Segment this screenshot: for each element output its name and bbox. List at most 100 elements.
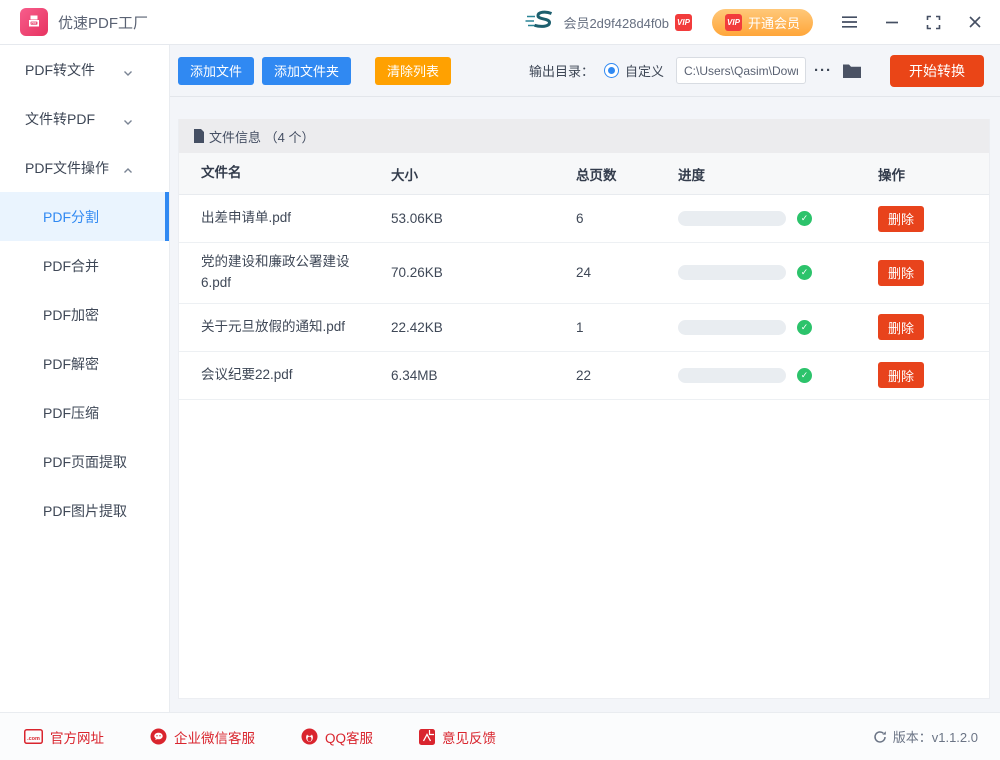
file-name: 关于元旦放假的通知.pdf xyxy=(179,308,391,347)
refresh-icon[interactable] xyxy=(873,730,887,744)
file-info-header: 文件信息 （4 个） xyxy=(179,119,989,153)
delete-button[interactable]: 删除 xyxy=(878,314,924,340)
sidebar-item-pdf-decrypt[interactable]: PDF解密 xyxy=(0,339,169,388)
output-path-input[interactable] xyxy=(676,57,806,84)
maximize-button[interactable] xyxy=(926,15,941,30)
progress-cell: ✓ xyxy=(678,265,878,280)
table-header-row: 文件名 大小 总页数 进度 操作 xyxy=(179,153,989,195)
sidebar-item-label: PDF页面提取 xyxy=(43,452,127,472)
clear-list-button[interactable]: 清除列表 xyxy=(375,57,451,85)
delete-button[interactable]: 删除 xyxy=(878,206,924,232)
svg-text:PDF: PDF xyxy=(31,21,37,25)
file-pages: 6 xyxy=(576,211,678,226)
version-info: 版本：v1.1.2.0 xyxy=(873,727,978,746)
sidebar-item-label: PDF压缩 xyxy=(43,403,99,423)
wechat-icon xyxy=(150,728,167,745)
sidebar-item-label: PDF解密 xyxy=(43,354,99,374)
col-pages: 总页数 xyxy=(576,164,678,184)
output-dir-label: 输出目录： xyxy=(529,61,594,80)
selected-indicator xyxy=(165,192,169,241)
output-dir-group: 输出目录： 自定义 ··· xyxy=(529,57,862,84)
col-progress: 进度 xyxy=(678,164,878,184)
file-name: 出差申请单.pdf xyxy=(179,199,391,238)
progress-cell: ✓ xyxy=(678,211,878,226)
add-file-button[interactable]: 添加文件 xyxy=(178,57,254,85)
check-circle-icon: ✓ xyxy=(797,368,812,383)
document-icon xyxy=(193,129,205,143)
table-row: 会议纪要22.pdf 6.34MB 22 ✓ 删除 xyxy=(179,352,989,400)
footer-link-label: 官方网址 xyxy=(50,727,104,747)
sidebar-group-label: PDF文件操作 xyxy=(25,158,109,178)
progress-bar xyxy=(678,368,786,383)
qq-support-link[interactable]: QQ客服 xyxy=(301,727,373,747)
sidebar-item-label: PDF分割 xyxy=(43,207,99,227)
open-folder-button[interactable] xyxy=(842,63,862,79)
sidebar-item-pdf-page-extract[interactable]: PDF页面提取 xyxy=(0,437,169,486)
check-circle-icon: ✓ xyxy=(797,265,812,280)
add-folder-button[interactable]: 添加文件夹 xyxy=(262,57,351,85)
vip-badge-icon: VIP xyxy=(675,14,692,31)
delete-button[interactable]: 删除 xyxy=(878,260,924,286)
sidebar-item-label: PDF合并 xyxy=(43,256,99,276)
official-website-link[interactable]: .com 官方网址 xyxy=(24,727,104,747)
delete-button[interactable]: 删除 xyxy=(878,362,924,388)
member-id-label: 会员2d9f428d4f0b xyxy=(563,13,669,32)
feedback-link[interactable]: 意见反馈 xyxy=(419,727,496,747)
chevron-down-icon xyxy=(123,114,133,124)
sidebar-group-file-to-pdf[interactable]: 文件转PDF xyxy=(0,94,169,143)
footer: .com 官方网址 企业微信客服 QQ客服 意见反馈 版本：v1.1.2.0 xyxy=(0,712,1000,760)
action-cell: 删除 xyxy=(878,314,989,340)
close-button[interactable] xyxy=(968,15,982,29)
svg-text:.com: .com xyxy=(27,736,40,742)
sidebar-group-label: 文件转PDF xyxy=(25,109,95,129)
file-pages: 24 xyxy=(576,265,678,280)
sidebar-item-pdf-image-extract[interactable]: PDF图片提取 xyxy=(0,486,169,535)
sidebar-item-label: PDF图片提取 xyxy=(43,501,127,521)
action-cell: 删除 xyxy=(878,362,989,388)
sidebar-item-pdf-merge[interactable]: PDF合并 xyxy=(0,241,169,290)
main-area: 添加文件 添加文件夹 清除列表 输出目录： 自定义 ··· 开始转换 xyxy=(170,45,1000,712)
action-cell: 删除 xyxy=(878,206,989,232)
window-controls xyxy=(841,15,982,30)
file-name: 党的建设和廉政公署建设6.pdf xyxy=(179,243,391,303)
minimize-button[interactable] xyxy=(885,15,899,29)
file-size: 22.42KB xyxy=(391,320,576,335)
file-info-label: 文件信息 （4 个） xyxy=(209,127,314,146)
sidebar-group-pdf-to-file[interactable]: PDF转文件 xyxy=(0,45,169,94)
check-circle-icon: ✓ xyxy=(797,211,812,226)
file-size: 53.06KB xyxy=(391,211,576,226)
file-pages: 1 xyxy=(576,320,678,335)
sidebar-item-pdf-split[interactable]: PDF分割 xyxy=(0,192,169,241)
custom-dir-radio-label[interactable]: 自定义 xyxy=(625,61,664,80)
upgrade-label: 开通会员 xyxy=(748,13,800,32)
website-icon: .com xyxy=(24,729,43,744)
progress-bar xyxy=(678,265,786,280)
sidebar-item-pdf-compress[interactable]: PDF压缩 xyxy=(0,388,169,437)
browse-more-button[interactable]: ··· xyxy=(814,62,832,79)
vip-badge-icon: VIP xyxy=(725,14,742,31)
feedback-icon xyxy=(419,729,435,745)
sidebar-item-pdf-encrypt[interactable]: PDF加密 xyxy=(0,290,169,339)
chevron-down-icon xyxy=(123,65,133,75)
action-cell: 删除 xyxy=(878,260,989,286)
col-action: 操作 xyxy=(878,164,989,184)
file-list-panel: 文件信息 （4 个） 文件名 大小 总页数 进度 操作 出差申请单.pdf 53… xyxy=(178,119,990,699)
file-name: 会议纪要22.pdf xyxy=(179,356,391,395)
app-brand: PDF 优速PDF工厂 xyxy=(20,8,148,36)
progress-cell: ✓ xyxy=(678,368,878,383)
titlebar: PDF 优速PDF工厂 会员2d9f428d4f0b VIP VIP 开通会员 xyxy=(0,0,1000,45)
sidebar: PDF转文件 文件转PDF PDF文件操作 PDF分割 xyxy=(0,45,170,712)
app-logo-icon: PDF xyxy=(20,8,48,36)
menu-hamburger-button[interactable] xyxy=(841,15,858,29)
custom-dir-radio[interactable] xyxy=(604,63,619,78)
content-area: 文件信息 （4 个） 文件名 大小 总页数 进度 操作 出差申请单.pdf 53… xyxy=(170,97,1000,712)
upgrade-membership-button[interactable]: VIP 开通会员 xyxy=(712,9,813,36)
footer-link-label: 企业微信客服 xyxy=(174,727,255,747)
table-row: 党的建设和廉政公署建设6.pdf 70.26KB 24 ✓ 删除 xyxy=(179,243,989,304)
wechat-support-link[interactable]: 企业微信客服 xyxy=(150,727,255,747)
file-size: 70.26KB xyxy=(391,265,576,280)
start-convert-button[interactable]: 开始转换 xyxy=(890,55,984,87)
sidebar-group-label: PDF转文件 xyxy=(25,60,95,80)
speed-s-logo-icon xyxy=(525,9,555,36)
sidebar-group-pdf-file-ops[interactable]: PDF文件操作 xyxy=(0,143,169,192)
